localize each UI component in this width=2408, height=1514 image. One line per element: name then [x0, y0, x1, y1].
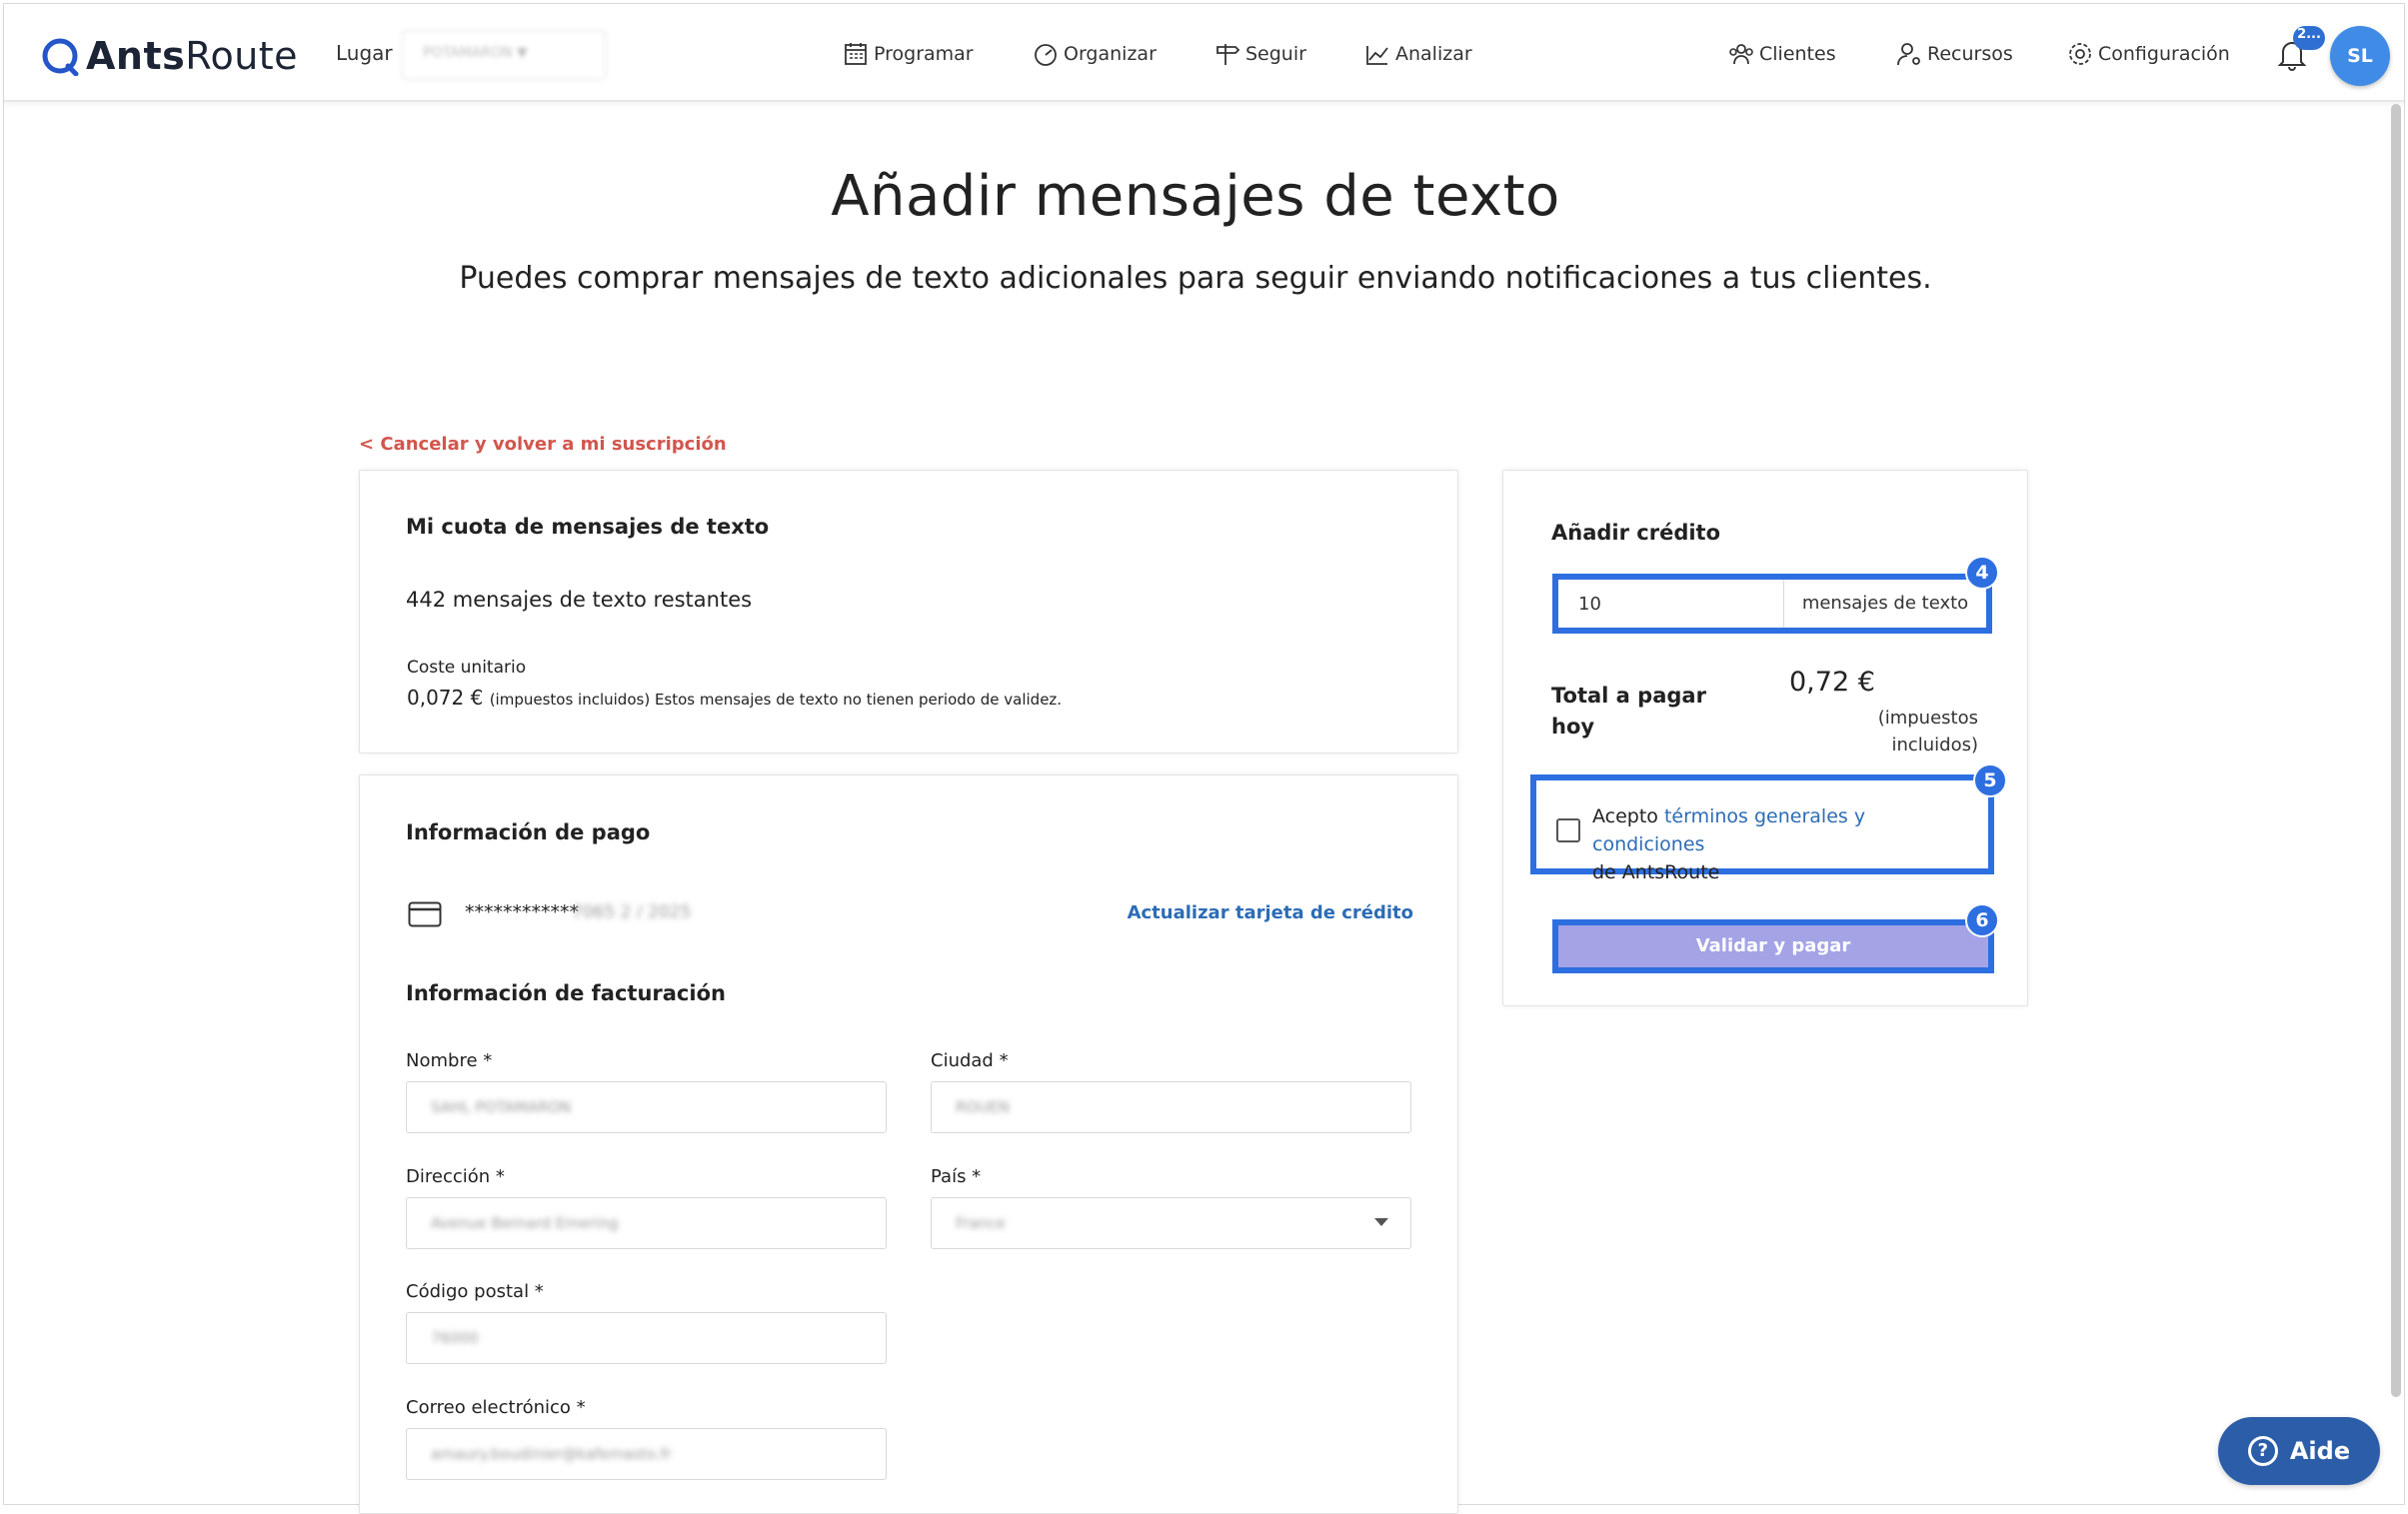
signpost-icon — [1216, 44, 1240, 65]
resources-icon — [1897, 43, 1920, 66]
unit-cost-label: Coste unitario — [407, 658, 527, 678]
codigo-postal-value: 76000 — [431, 1329, 479, 1347]
step-badge-4: 4 — [1965, 556, 1999, 590]
quota-title: Mi cuota de mensajes de texto — [406, 515, 770, 539]
nav-analizar[interactable]: Analizar — [1363, 40, 1472, 68]
ciudad-label: Ciudad * — [931, 1050, 1009, 1071]
payment-card: Información de pago ************ 7065 2 … — [359, 774, 1458, 1514]
speedometer-icon — [1035, 44, 1057, 66]
cancel-link[interactable]: < Cancelar y volver a mi suscripción — [359, 434, 727, 455]
codigo-postal-input[interactable]: 76000 — [406, 1312, 887, 1364]
pais-select[interactable]: France — [931, 1197, 1411, 1249]
top-navbar: AntsRoute Lugar POTAMARON ▼ Programar Or… — [4, 4, 2404, 102]
ciudad-value: ROUEN — [956, 1098, 1010, 1116]
nombre-input[interactable]: SAHL POTAMARON — [406, 1081, 887, 1133]
total-label: Total a pagar hoy — [1551, 684, 1706, 739]
logo-mark-icon — [42, 38, 79, 76]
nav-clientes[interactable]: Clientes — [1727, 40, 1836, 68]
credit-quantity-group: 10 mensajes de texto — [1552, 574, 1992, 634]
question-icon: ? — [2247, 1436, 2278, 1466]
credit-unit-label: mensajes de texto — [1801, 593, 1969, 614]
unit-cost-value: 0,072 € — [407, 686, 484, 710]
nombre-value: SAHL POTAMARON — [431, 1098, 572, 1116]
update-card-link[interactable]: Actualizar tarjeta de crédito — [1128, 902, 1413, 923]
step-badge-6: 6 — [1965, 903, 1999, 937]
nav-label: Organizar — [1064, 43, 1157, 65]
logo-text: AntsRoute — [86, 34, 299, 78]
card-number: ************ — [465, 901, 579, 923]
pais-value: France — [956, 1214, 1006, 1232]
terms-checkbox[interactable] — [1556, 818, 1580, 842]
nav-seguir[interactable]: Seguir — [1213, 40, 1306, 68]
nav-configuracion[interactable]: Configuración — [2066, 40, 2230, 68]
customers-icon — [1729, 44, 1753, 65]
page-subtitle: Puedes comprar mensajes de texto adicion… — [459, 261, 1932, 296]
chart-icon — [1366, 46, 1388, 65]
nav-label: Recursos — [1927, 43, 2013, 65]
calendar-icon — [845, 43, 867, 65]
ciudad-input[interactable]: ROUEN — [931, 1081, 1411, 1133]
credit-quantity-input[interactable]: 10 — [1558, 580, 1784, 628]
lugar-label: Lugar — [336, 41, 393, 65]
nav-organizar[interactable]: Organizar — [1032, 40, 1157, 68]
terms-prefix: Acepto — [1592, 805, 1664, 827]
terms-text: Acepto términos generales y condiciones … — [1592, 802, 1982, 886]
gear-icon — [2069, 43, 2091, 65]
direccion-value: Avenue Bernard Emering — [431, 1214, 619, 1232]
correo-input[interactable]: amaury.boudinier@kafemasto.fr — [406, 1428, 887, 1480]
remaining-messages: 442 mensajes de texto restantes — [406, 588, 753, 612]
pais-label: País * — [931, 1166, 982, 1187]
correo-label: Correo electrónico * — [406, 1397, 586, 1418]
total-value: 0,72 € — [1789, 667, 1875, 698]
help-button[interactable]: ? Aide — [2218, 1417, 2380, 1485]
unit-cost-row: 0,072 € (impuestos incluidos) Estos mens… — [407, 686, 1062, 710]
nav-label: Programar — [874, 43, 974, 65]
card-tail: 7065 2 / 2025 — [572, 902, 692, 922]
chevron-down-icon — [1374, 1218, 1388, 1226]
codigo-postal-label: Código postal * — [406, 1281, 544, 1302]
nav-label: Clientes — [1759, 43, 1836, 65]
validate-pay-button[interactable]: Validar y pagar — [1552, 919, 1994, 973]
direccion-input[interactable]: Avenue Bernard Emering — [406, 1197, 887, 1249]
correo-value: amaury.boudinier@kafemasto.fr — [431, 1445, 672, 1463]
total-note: (impuestos incluidos) — [1877, 708, 1978, 756]
nav-label: Seguir — [1245, 43, 1306, 65]
notification-badge: 2... — [2293, 26, 2325, 50]
lugar-select[interactable]: POTAMARON ▼ — [402, 30, 606, 80]
nav-label: Analizar — [1395, 43, 1472, 65]
avatar[interactable]: SL — [2330, 26, 2390, 86]
nav-label: Configuración — [2098, 43, 2230, 65]
step-badge-5: 5 — [1973, 763, 2007, 797]
scrollbar[interactable] — [2391, 104, 2401, 1397]
terms-group: Acepto términos generales y condiciones … — [1530, 774, 1994, 883]
direccion-label: Dirección * — [406, 1166, 505, 1187]
add-credit-title: Añadir crédito — [1551, 521, 1721, 545]
credit-card-icon — [408, 901, 442, 927]
page-title: Añadir mensajes de texto — [831, 164, 1560, 229]
nav-recursos[interactable]: Recursos — [1895, 40, 2013, 68]
help-label: Aide — [2289, 1437, 2351, 1465]
quota-card: Mi cuota de mensajes de texto 442 mensaj… — [359, 470, 1458, 754]
antsroute-logo[interactable]: AntsRoute — [40, 34, 298, 78]
billing-title: Información de facturación — [406, 981, 726, 1005]
payment-title: Información de pago — [406, 820, 651, 844]
unit-cost-note: (impuestos incluidos) Estos mensajes de … — [489, 691, 1063, 709]
terms-suffix: de AntsRoute — [1592, 861, 1720, 883]
nombre-label: Nombre * — [406, 1050, 493, 1071]
nav-programar[interactable]: Programar — [842, 40, 974, 68]
